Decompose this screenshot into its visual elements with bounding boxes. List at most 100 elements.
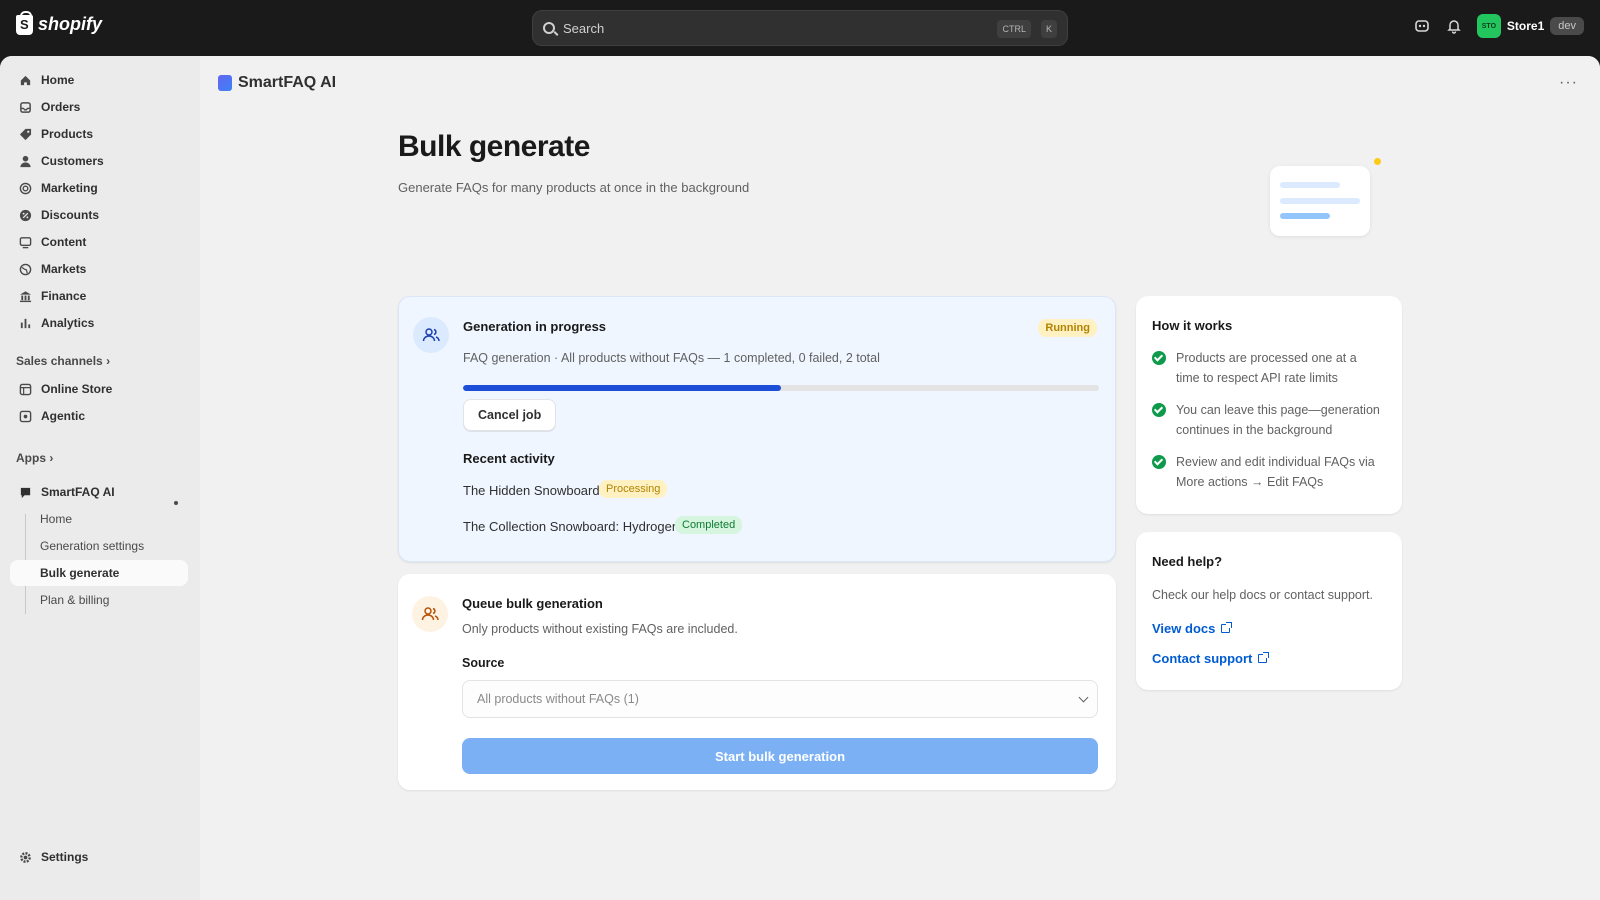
external-link-icon xyxy=(1258,652,1270,663)
check-circle-icon xyxy=(1152,351,1166,365)
cancel-job-button[interactable]: Cancel job xyxy=(463,399,557,431)
sidebar-subitem-plan-billing[interactable]: Plan & billing xyxy=(10,587,188,613)
sidebar-item-content[interactable]: Content xyxy=(10,229,188,255)
status-badge-processing: Processing xyxy=(599,480,668,498)
progress-bar-fill xyxy=(463,385,781,391)
link-label: View docs xyxy=(1152,621,1216,636)
gear-icon xyxy=(18,850,32,864)
more-actions-button[interactable]: ··· xyxy=(1559,74,1578,92)
sidebar-item-orders[interactable]: Orders xyxy=(10,94,188,120)
search-icon xyxy=(543,22,555,34)
sidebar-item-label: Orders xyxy=(41,100,81,114)
activity-item-name: The Hidden Snowboard xyxy=(463,483,600,498)
smartfaq-app-icon xyxy=(18,485,32,499)
search-bar[interactable]: Search CTRL K xyxy=(532,10,1068,46)
sidebar-item-discounts[interactable]: Discounts xyxy=(10,202,188,228)
status-badge-running: Running xyxy=(1038,319,1097,337)
document-illustration xyxy=(1270,166,1370,236)
queue-card-subtitle: Only products without existing FAQs are … xyxy=(462,622,738,636)
source-select[interactable]: All products without FAQs (1) xyxy=(462,680,1098,718)
status-badge-completed: Completed xyxy=(675,516,743,534)
sidebar-item-label: Home xyxy=(41,73,75,87)
globe-icon xyxy=(18,262,32,276)
sidebar-item-label: Products xyxy=(41,127,94,141)
store-menu[interactable]: STO Store1 dev xyxy=(1476,14,1584,38)
contact-support-link[interactable]: Contact support xyxy=(1152,651,1270,666)
discount-icon xyxy=(18,208,32,222)
apps-header[interactable]: Apps › xyxy=(16,451,53,465)
generation-progress-card: Generation in progress Running FAQ gener… xyxy=(398,296,1116,562)
source-label: Source xyxy=(462,656,505,670)
sidebar-item-label: Customers xyxy=(41,154,104,168)
progress-bar xyxy=(463,385,1099,391)
sidebar-item-analytics[interactable]: Analytics xyxy=(10,310,188,336)
start-bulk-generation-button[interactable]: Start bulk generation xyxy=(462,738,1098,774)
page-subtitle: Generate FAQs for many products at once … xyxy=(398,180,750,195)
top-right-actions: STO Store1 dev xyxy=(1413,14,1584,38)
sidebar-item-settings[interactable]: Settings xyxy=(10,844,188,870)
sidebar-item-label: Analytics xyxy=(41,316,95,330)
person-icon xyxy=(18,154,32,168)
sidebar-item-marketing[interactable]: Marketing xyxy=(10,175,188,201)
app-header: SmartFAQ AI xyxy=(218,74,336,92)
how-it-works-title: How it works xyxy=(1152,318,1233,333)
illustration-line xyxy=(1280,198,1360,204)
target-icon xyxy=(18,181,32,195)
orders-icon xyxy=(18,100,32,114)
sidebar-item-label: Marketing xyxy=(41,181,98,195)
sales-channels-header[interactable]: Sales channels › xyxy=(16,354,110,368)
how-it-works-item: Products are processed one at a time to … xyxy=(1152,348,1382,388)
sidebar-subitem-generation-settings[interactable]: Generation settings xyxy=(10,533,188,559)
sidebar-item-label: Content xyxy=(41,235,87,249)
admin-frame: Home Orders Products Customers Marketing… xyxy=(0,56,1600,900)
search-placeholder: Search xyxy=(563,20,605,36)
sidebar: Home Orders Products Customers Marketing… xyxy=(0,56,200,900)
brand-name: shopify xyxy=(38,14,103,34)
bank-icon xyxy=(18,289,32,303)
smartfaq-logo-icon xyxy=(218,75,232,91)
sidebar-item-products[interactable]: Products xyxy=(10,121,188,147)
progress-card-title: Generation in progress xyxy=(463,319,607,334)
activity-item-name: The Collection Snowboard: Hydrogen xyxy=(463,519,680,534)
need-help-card: Need help? Check our help docs or contac… xyxy=(1136,532,1402,690)
sidebar-item-online-store[interactable]: Online Store xyxy=(10,376,188,402)
progress-summary: FAQ generation · All products without FA… xyxy=(463,351,880,365)
sidebar-item-label: Finance xyxy=(41,289,87,303)
sidebar-item-customers[interactable]: Customers xyxy=(10,148,188,174)
app-title: SmartFAQ AI xyxy=(238,74,337,91)
chevron-down-icon xyxy=(1078,692,1089,703)
store-icon xyxy=(18,382,32,396)
sidebar-item-markets[interactable]: Markets xyxy=(10,256,188,282)
sidekick-icon[interactable] xyxy=(1413,17,1431,35)
chevron-right-icon: › xyxy=(106,354,111,368)
dev-badge: dev xyxy=(1550,17,1584,35)
main-content: SmartFAQ AI ··· Bulk generate Generate F… xyxy=(200,56,1600,900)
chevron-right-icon: › xyxy=(49,451,54,465)
section-label: Apps xyxy=(16,451,46,465)
tag-icon xyxy=(18,127,32,141)
shopify-logo[interactable]: shopify xyxy=(16,10,103,35)
external-link-icon xyxy=(1221,622,1233,633)
sidebar-item-smartfaq[interactable]: SmartFAQ AI xyxy=(10,479,188,505)
sidebar-item-agentic[interactable]: Agentic xyxy=(10,403,188,429)
bell-icon[interactable] xyxy=(1445,17,1463,35)
illustration-dot xyxy=(1374,158,1381,165)
illustration-line xyxy=(1280,182,1340,188)
sidebar-subitem-home[interactable]: Home xyxy=(10,506,188,532)
sidebar-item-label: SmartFAQ AI xyxy=(41,485,115,499)
sidebar-item-label: Settings xyxy=(41,850,89,864)
shortcut-k: K xyxy=(1040,20,1057,38)
sidebar-item-finance[interactable]: Finance xyxy=(10,283,188,309)
source-select-value: All products without FAQs (1) xyxy=(477,692,639,706)
sidebar-item-home[interactable]: Home xyxy=(10,67,188,93)
store-avatar: STO xyxy=(1476,14,1501,38)
page-title: Bulk generate xyxy=(398,130,590,163)
sidebar-item-label: Agentic xyxy=(41,409,86,423)
how-it-works-text: You can leave this page—generation conti… xyxy=(1176,403,1380,437)
check-circle-icon xyxy=(1152,403,1166,417)
sidebar-subitem-bulk-generate[interactable]: Bulk generate xyxy=(10,560,188,586)
home-icon xyxy=(18,73,32,87)
content-icon xyxy=(18,235,32,249)
view-docs-link[interactable]: View docs xyxy=(1152,621,1233,636)
how-it-works-text: Products are processed one at a time to … xyxy=(1176,351,1357,385)
